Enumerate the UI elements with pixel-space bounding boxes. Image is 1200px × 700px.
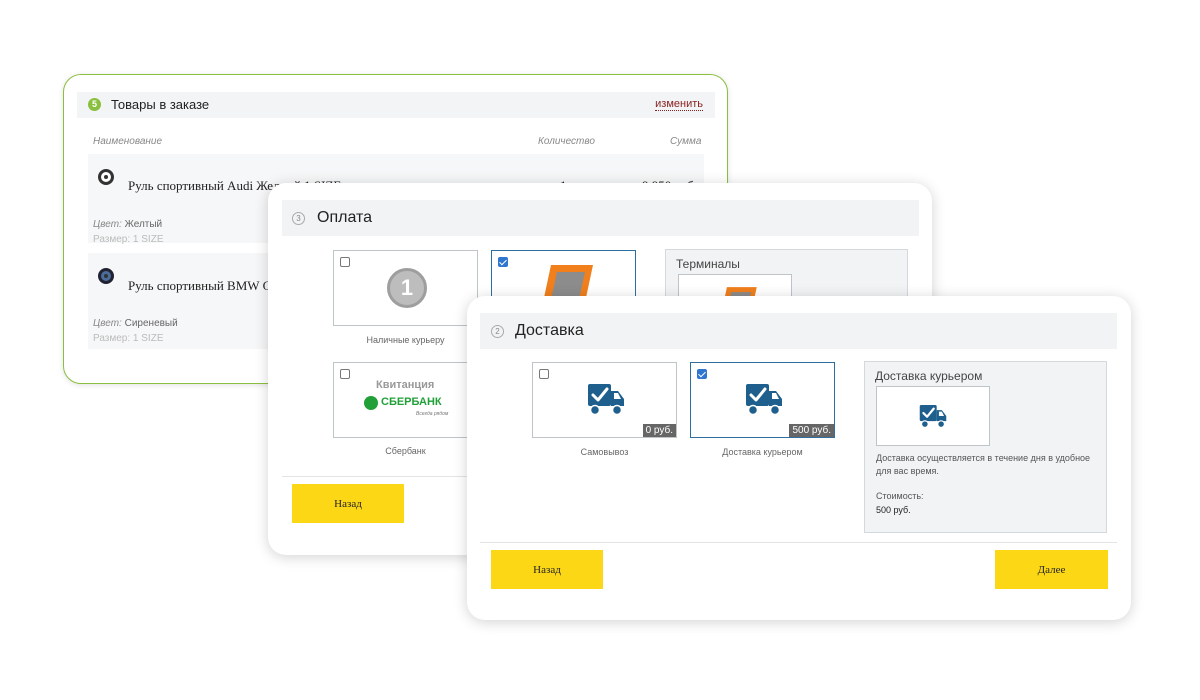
coin-icon: 1 — [387, 268, 427, 308]
item-size: Размер: 1 SIZE — [93, 234, 164, 245]
step-number: 3 — [292, 212, 305, 225]
delivery-price-badge: 0 руб. — [642, 424, 676, 437]
sberbank-tagline: Всегда рядом — [416, 411, 449, 417]
edit-order-link[interactable]: изменить — [655, 98, 703, 111]
delivery-option-pickup[interactable]: 0 руб. — [532, 362, 677, 438]
delivery-courier-checkbox[interactable] — [697, 369, 707, 379]
payment-detail-title: Терминалы — [676, 257, 740, 271]
order-items-title: Товары в заказе — [111, 97, 210, 112]
delivery-cost-label: Стоимость: — [876, 491, 924, 501]
delivery-back-button[interactable]: Назад — [491, 550, 603, 589]
sberbank-logo-icon — [364, 396, 378, 410]
delivery-detail-title: Доставка курьером — [875, 369, 983, 383]
steering-wheel-icon — [98, 169, 114, 185]
item-size: Размер: 1 SIZE — [93, 333, 164, 344]
delivery-truck-icon — [919, 404, 947, 428]
delivery-pickup-checkbox[interactable] — [539, 369, 549, 379]
payment-option-label: Наличные курьеру — [366, 335, 445, 345]
payment-terminal-checkbox[interactable] — [498, 257, 508, 267]
payment-option-sberbank[interactable]: Квитанция СБЕРБАНК Всегда рядом — [333, 362, 478, 438]
item-color: Цвет: Сиреневый — [93, 318, 178, 329]
payment-option-cash[interactable]: 1 — [333, 250, 478, 326]
step-badge: 5 — [88, 98, 101, 111]
step-number: 2 — [491, 325, 504, 338]
sberbank-logo-text: СБЕРБАНК — [381, 396, 442, 408]
delivery-truck-icon — [588, 384, 624, 416]
payment-header: 3 Оплата — [282, 200, 919, 236]
delivery-detail-image — [876, 386, 990, 446]
item-color: Цвет: Желтый — [93, 219, 163, 230]
payment-option-label: Сбербанк — [385, 446, 426, 456]
delivery-option-courier[interactable]: 500 руб. — [690, 362, 835, 438]
delivery-cost-value: 500 руб. — [876, 505, 911, 515]
delivery-truck-icon — [746, 384, 782, 416]
delivery-price-badge: 500 руб. — [789, 424, 834, 437]
delivery-title: Доставка — [515, 322, 584, 339]
column-header-qty: Количество — [538, 136, 595, 147]
divider — [480, 542, 1117, 543]
delivery-option-label: Самовывоз — [580, 447, 629, 457]
order-items-header: 5 Товары в заказе изменить — [77, 92, 715, 118]
delivery-description: Доставка осуществляется в течение дня в … — [876, 453, 1091, 476]
delivery-option-label: Доставка курьером — [722, 447, 803, 457]
payment-title: Оплата — [317, 209, 373, 226]
payment-back-button[interactable]: Назад — [292, 484, 404, 523]
delivery-card: 2 Доставка 0 руб. Самовывоз 500 руб. Дос… — [467, 296, 1131, 620]
payment-sberbank-checkbox[interactable] — [340, 369, 350, 379]
delivery-header: 2 Доставка — [480, 313, 1117, 349]
column-header-name: Наименование — [93, 136, 163, 147]
delivery-detail-panel: Доставка курьером Доставка осуществляетс… — [864, 361, 1107, 533]
payment-cash-checkbox[interactable] — [340, 257, 350, 267]
receipt-label: Квитанция — [376, 379, 435, 391]
steering-wheel-icon — [98, 268, 114, 284]
delivery-next-button[interactable]: Далее — [995, 550, 1108, 589]
column-header-sum: Сумма — [670, 136, 702, 147]
